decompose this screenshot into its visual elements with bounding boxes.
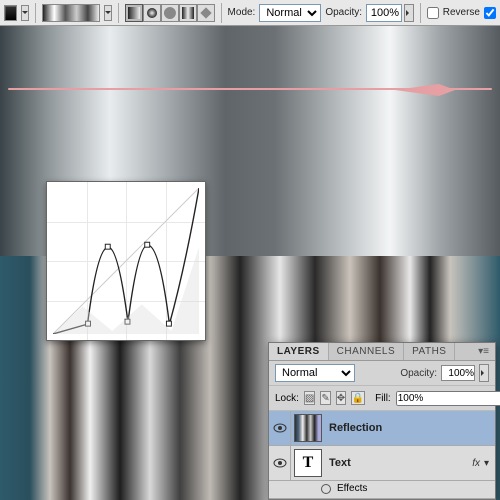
curves-plot[interactable] [53, 188, 199, 334]
fill-input[interactable] [396, 391, 500, 406]
reverse-checkbox[interactable] [427, 7, 439, 19]
gradient-picker-arrow[interactable] [104, 5, 112, 21]
effects-row[interactable]: Effects [269, 481, 495, 499]
linear-gradient-button[interactable] [125, 4, 143, 22]
gradient-options-bar: Mode: Normal Opacity: Reverse [0, 0, 500, 26]
curves-dialog[interactable] [46, 181, 206, 341]
lock-transparency-icon[interactable]: ▨ [304, 391, 315, 405]
divider [35, 3, 36, 23]
tab-paths[interactable]: PATHS [404, 343, 455, 360]
fx-badge[interactable]: fx [472, 458, 484, 469]
layers-panel: LAYERS CHANNELS PATHS ▾≡ Normal Opacity:… [268, 342, 496, 500]
angle-gradient-button[interactable] [161, 4, 179, 22]
effects-label: Effects [337, 483, 367, 494]
divider [420, 3, 421, 23]
reflected-gradient-button[interactable] [179, 4, 197, 22]
layer-row-text[interactable]: T Text fx ▾ [269, 446, 495, 481]
tool-preset-picker[interactable] [21, 5, 29, 21]
divider [221, 3, 222, 23]
opacity-label: Opacity: [325, 7, 362, 18]
radial-gradient-button[interactable] [143, 4, 161, 22]
opacity-flyout[interactable] [404, 4, 414, 22]
effects-visibility-icon[interactable] [321, 484, 331, 494]
layer-name[interactable]: Text [325, 457, 472, 469]
lock-label: Lock: [275, 393, 299, 404]
foreground-swatch[interactable] [4, 5, 17, 21]
mode-label: Mode: [228, 7, 256, 18]
layer-name[interactable]: Reflection [325, 422, 495, 434]
layer-blend-mode[interactable]: Normal [275, 364, 355, 382]
tab-layers[interactable]: LAYERS [269, 343, 329, 360]
blend-mode-select[interactable]: Normal [259, 4, 321, 22]
tab-channels[interactable]: CHANNELS [329, 343, 404, 360]
layer-row-reflection[interactable]: Reflection [269, 411, 495, 446]
layer-opacity-input[interactable] [441, 365, 475, 381]
divider [118, 3, 119, 23]
gradient-picker[interactable] [42, 4, 100, 22]
dither-checkbox[interactable] [484, 7, 496, 19]
reverse-label: Reverse [443, 7, 480, 18]
opacity-input[interactable] [366, 4, 402, 22]
gradient-type-group [125, 4, 215, 22]
lock-position-icon[interactable]: ✥ [336, 391, 346, 405]
layer-opacity-label: Opacity: [400, 368, 437, 379]
diamond-gradient-button[interactable] [197, 4, 215, 22]
lock-pixels-icon[interactable]: ✎ [320, 391, 330, 405]
fx-expand-icon[interactable]: ▾ [484, 458, 495, 469]
visibility-toggle[interactable] [269, 446, 291, 480]
layer-thumbnail[interactable]: T [294, 449, 322, 477]
lock-all-icon[interactable]: 🔒 [351, 391, 365, 405]
fill-label: Fill: [375, 393, 391, 404]
visibility-toggle[interactable] [269, 411, 291, 445]
panel-tabs: LAYERS CHANNELS PATHS ▾≡ [269, 343, 495, 361]
layer-thumbnail[interactable] [294, 414, 322, 442]
gradient-arrowhead[interactable] [395, 78, 455, 102]
panel-menu-icon[interactable]: ▾≡ [472, 343, 495, 360]
layer-opacity-flyout[interactable] [479, 364, 489, 382]
